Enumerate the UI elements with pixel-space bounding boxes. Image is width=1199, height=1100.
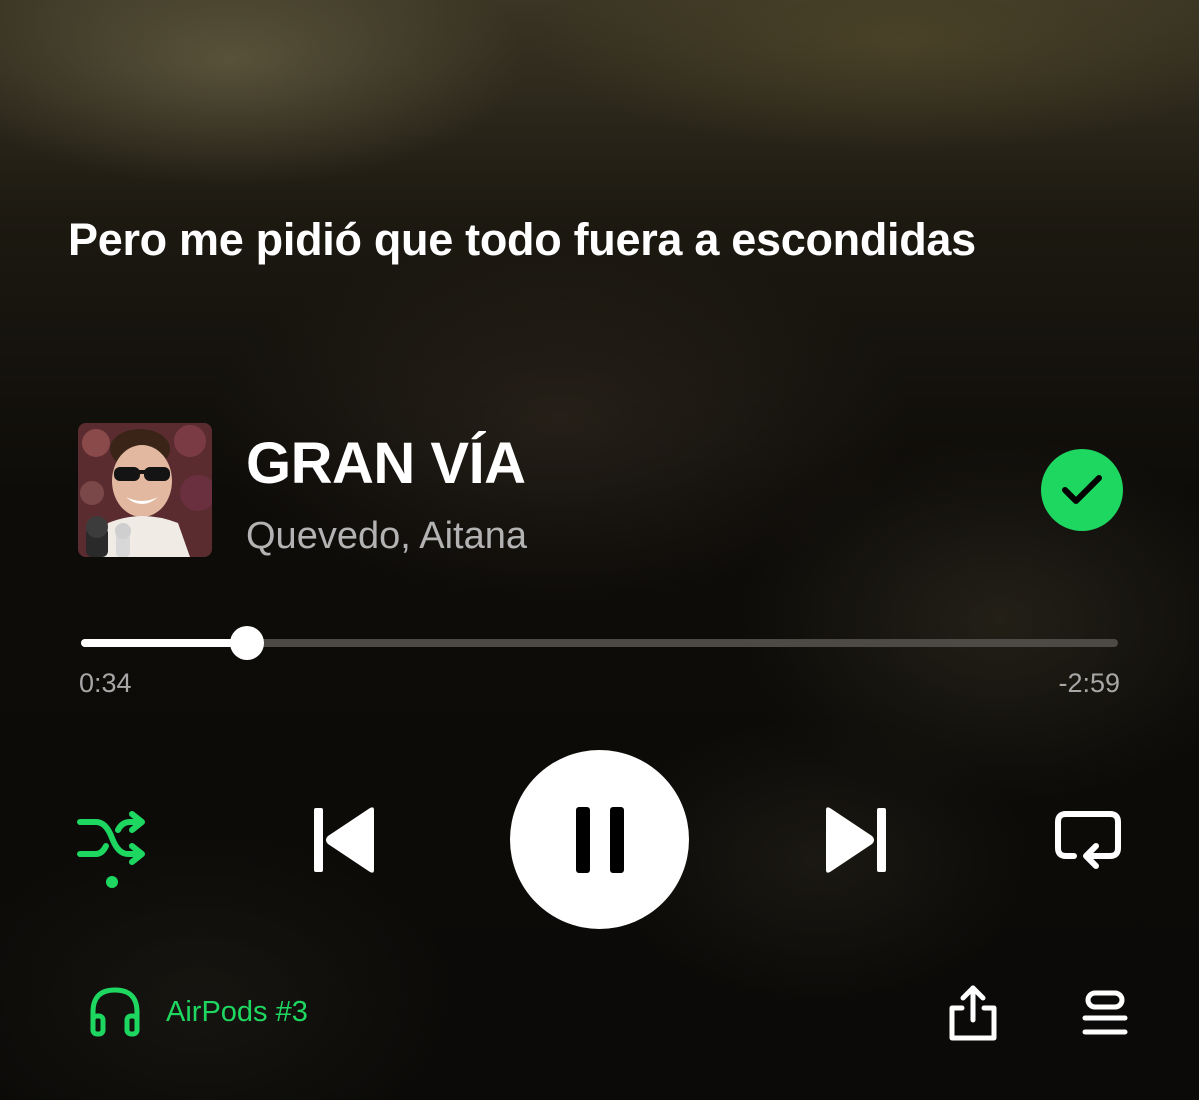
album-cover-image (78, 423, 212, 557)
now-playing-screen: Pero me pidió que todo fuera a escondida… (0, 0, 1199, 1100)
track-artist[interactable]: Quevedo, Aitana (246, 515, 527, 558)
progress-bar[interactable] (81, 626, 1118, 660)
track-title[interactable]: GRAN VÍA (246, 430, 526, 497)
skip-previous-icon (314, 807, 374, 873)
repeat-icon (1055, 811, 1121, 869)
connect-device-button[interactable]: AirPods #3 (88, 986, 308, 1038)
queue-icon (1082, 990, 1128, 1035)
lyric-line[interactable]: Pero me pidió que todo fuera a escondida… (68, 214, 1168, 266)
next-button[interactable] (818, 802, 894, 878)
share-button[interactable] (946, 984, 1000, 1042)
shuffle-icon (77, 811, 145, 888)
liked-button[interactable] (1041, 449, 1123, 531)
progress-fill (81, 639, 247, 647)
headphones-icon (90, 987, 140, 1037)
pause-icon (575, 806, 624, 873)
skip-next-icon (826, 807, 886, 873)
pause-button[interactable] (510, 750, 689, 929)
previous-button[interactable] (306, 802, 382, 878)
album-cover[interactable] (78, 423, 212, 557)
time-remaining: -2:59 (1058, 668, 1120, 698)
queue-button[interactable] (1080, 990, 1130, 1038)
checkmark-icon (1062, 475, 1102, 504)
share-icon (949, 985, 997, 1041)
device-label: AirPods #3 (166, 995, 308, 1028)
time-elapsed: 0:34 (79, 668, 132, 698)
shuffle-button[interactable] (72, 808, 152, 896)
progress-handle[interactable] (229, 626, 264, 660)
repeat-button[interactable] (1050, 806, 1126, 874)
